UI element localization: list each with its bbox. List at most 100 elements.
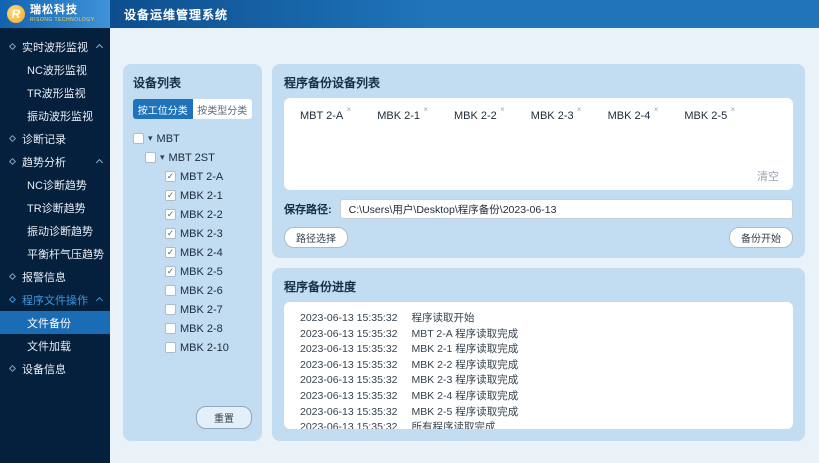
sidebar-item-alarm-info[interactable]: 报警信息: [0, 265, 110, 288]
tab-label: 按工位分类: [138, 102, 188, 117]
tree-node[interactable]: ✓ MBK 2-5: [133, 262, 252, 281]
sidebar-item-balance-rod-pressure-trend[interactable]: 平衡杆气压趋势: [0, 242, 110, 265]
sidebar-item-device-info[interactable]: 设备信息: [0, 357, 110, 380]
remove-chip-icon[interactable]: ×: [500, 105, 505, 114]
device-chip[interactable]: MBT 2-A ×: [300, 110, 351, 122]
tree-node-label: MBK 2-4: [180, 247, 223, 259]
log-entry: 2023-06-13 15:35:32MBK 2-1 程序读取完成: [300, 342, 777, 358]
remove-chip-icon[interactable]: ×: [654, 105, 659, 114]
sidebar-item-label: 设备信息: [22, 361, 66, 377]
diamond-icon: [9, 296, 16, 303]
remove-chip-icon[interactable]: ×: [347, 105, 352, 114]
checkbox-checked-icon[interactable]: ✓: [165, 190, 176, 201]
tree-node-label: MBK 2-10: [180, 342, 229, 354]
app-header: 设备运维管理系统: [110, 0, 819, 28]
device-chip[interactable]: MBK 2-1 ×: [377, 110, 428, 122]
sidebar-item-nc-waveform[interactable]: NC波形监视: [0, 58, 110, 81]
select-path-button[interactable]: 路径选择: [284, 227, 348, 248]
sidebar-item-vibration-trend[interactable]: 振动诊断趋势: [0, 219, 110, 242]
device-chip-label: MBK 2-1: [377, 110, 420, 122]
tree-node[interactable]: MBK 2-8: [133, 319, 252, 338]
device-chip[interactable]: MBK 2-3 ×: [531, 110, 582, 122]
checkbox[interactable]: [165, 285, 176, 296]
tree-node[interactable]: MBK 2-7: [133, 300, 252, 319]
tree-node-label: MBT: [157, 133, 180, 145]
log-entry: 2023-06-13 15:35:32MBK 2-4 程序读取完成: [300, 389, 777, 405]
tree-node[interactable]: MBK 2-6: [133, 281, 252, 300]
device-list-panel: 设备列表 按工位分类 按类型分类 ▾ MBT: [123, 64, 262, 441]
sidebar-item-nc-trend[interactable]: NC诊断趋势: [0, 173, 110, 196]
tree-node[interactable]: ✓ MBK 2-3: [133, 224, 252, 243]
sidebar-item-label: 振动诊断趋势: [27, 223, 93, 239]
caret-down-icon[interactable]: ▾: [160, 153, 165, 162]
checkbox[interactable]: [165, 304, 176, 315]
log-entry: 2023-06-13 15:35:32MBK 2-3 程序读取完成: [300, 373, 777, 389]
sidebar-item-program-file-ops[interactable]: 程序文件操作: [0, 288, 110, 311]
tree-node[interactable]: ✓ MBK 2-4: [133, 243, 252, 262]
checkbox[interactable]: [165, 323, 176, 334]
sidebar-item-realtime-waveform[interactable]: 实时波形监视: [0, 35, 110, 58]
checkbox[interactable]: [145, 152, 156, 163]
sidebar-item-label: 平衡杆气压趋势: [27, 246, 104, 262]
tree-node[interactable]: MBK 2-10: [133, 338, 252, 357]
checkbox-checked-icon[interactable]: ✓: [165, 228, 176, 239]
sidebar-item-vibration-waveform[interactable]: 振动波形监视: [0, 104, 110, 127]
clear-all-button[interactable]: 清空: [757, 168, 779, 184]
app-window: R 瑞松科技 RISONG TECHNOLOGY 实时波形监视 NC波形监视 T…: [0, 0, 819, 463]
sidebar-item-diagnosis-records[interactable]: 诊断记录: [0, 127, 110, 150]
diamond-icon: [9, 273, 16, 280]
caret-down-icon[interactable]: ▾: [148, 134, 153, 143]
sidebar-item-label: 趋势分析: [22, 154, 66, 170]
save-path-input[interactable]: [340, 199, 793, 219]
checkbox[interactable]: [133, 133, 144, 144]
device-chip[interactable]: MBK 2-4 ×: [608, 110, 659, 122]
chevron-up-icon: [96, 159, 103, 166]
checkbox-checked-icon[interactable]: ✓: [165, 266, 176, 277]
sidebar-item-label: NC诊断趋势: [27, 177, 87, 193]
device-chip-label: MBT 2-A: [300, 110, 343, 122]
reset-button[interactable]: 重置: [196, 406, 252, 429]
save-path-label: 保存路径:: [284, 201, 332, 217]
start-backup-button[interactable]: 备份开始: [729, 227, 793, 248]
classification-tabs: 按工位分类 按类型分类: [133, 99, 252, 119]
tree-node[interactable]: ▾ MBT 2ST: [133, 148, 252, 167]
checkbox[interactable]: [165, 342, 176, 353]
sidebar-item-label: TR波形监视: [27, 85, 86, 101]
tree-node[interactable]: ✓ MBT 2-A: [133, 167, 252, 186]
log-message: MBK 2-4 程序读取完成: [412, 390, 519, 402]
log-timestamp: 2023-06-13 15:35:32: [300, 420, 398, 429]
tab-by-type[interactable]: 按类型分类: [193, 99, 253, 119]
sidebar-item-label: 文件备份: [27, 315, 71, 331]
checkbox-checked-icon[interactable]: ✓: [165, 247, 176, 258]
device-chip[interactable]: MBK 2-2 ×: [454, 110, 505, 122]
sidebar-item-file-backup[interactable]: 文件备份: [0, 311, 110, 334]
sidebar-item-trend-analysis[interactable]: 趋势分析: [0, 150, 110, 173]
log-message: MBK 2-1 程序读取完成: [412, 343, 519, 355]
progress-log: 2023-06-13 15:35:32程序读取开始 2023-06-13 15:…: [284, 302, 793, 429]
tree-node-label: MBK 2-6: [180, 285, 223, 297]
device-chip-label: MBK 2-5: [684, 110, 727, 122]
tree-node[interactable]: ✓ MBK 2-1: [133, 186, 252, 205]
main-area: 设备运维管理系统 设备列表 按工位分类 按类型分类 ▾: [110, 0, 819, 463]
device-chip[interactable]: MBK 2-5 ×: [684, 110, 735, 122]
sidebar-item-label: 诊断记录: [22, 131, 66, 147]
tree-node[interactable]: ▾ MBT: [133, 129, 252, 148]
device-chip-label: MBK 2-4: [608, 110, 651, 122]
sidebar-item-tr-waveform[interactable]: TR波形监视: [0, 81, 110, 104]
tree-node[interactable]: ✓ MBK 2-2: [133, 205, 252, 224]
sidebar-item-file-load[interactable]: 文件加载: [0, 334, 110, 357]
checkbox-checked-icon[interactable]: ✓: [165, 209, 176, 220]
sidebar-item-label: 文件加载: [27, 338, 71, 354]
tree-node-label: MBT 2-A: [180, 171, 223, 183]
sidebar-item-tr-trend[interactable]: TR诊断趋势: [0, 196, 110, 219]
remove-chip-icon[interactable]: ×: [423, 105, 428, 114]
tree-node-label: MBK 2-2: [180, 209, 223, 221]
content-area: 设备列表 按工位分类 按类型分类 ▾ MBT: [110, 28, 819, 463]
sidebar-item-label: 实时波形监视: [22, 39, 88, 55]
remove-chip-icon[interactable]: ×: [731, 105, 736, 114]
remove-chip-icon[interactable]: ×: [577, 105, 582, 114]
log-entry: 2023-06-13 15:35:32所有程序读取完成: [300, 420, 777, 429]
log-timestamp: 2023-06-13 15:35:32: [300, 358, 398, 374]
tab-by-station[interactable]: 按工位分类: [133, 99, 193, 119]
checkbox-checked-icon[interactable]: ✓: [165, 171, 176, 182]
